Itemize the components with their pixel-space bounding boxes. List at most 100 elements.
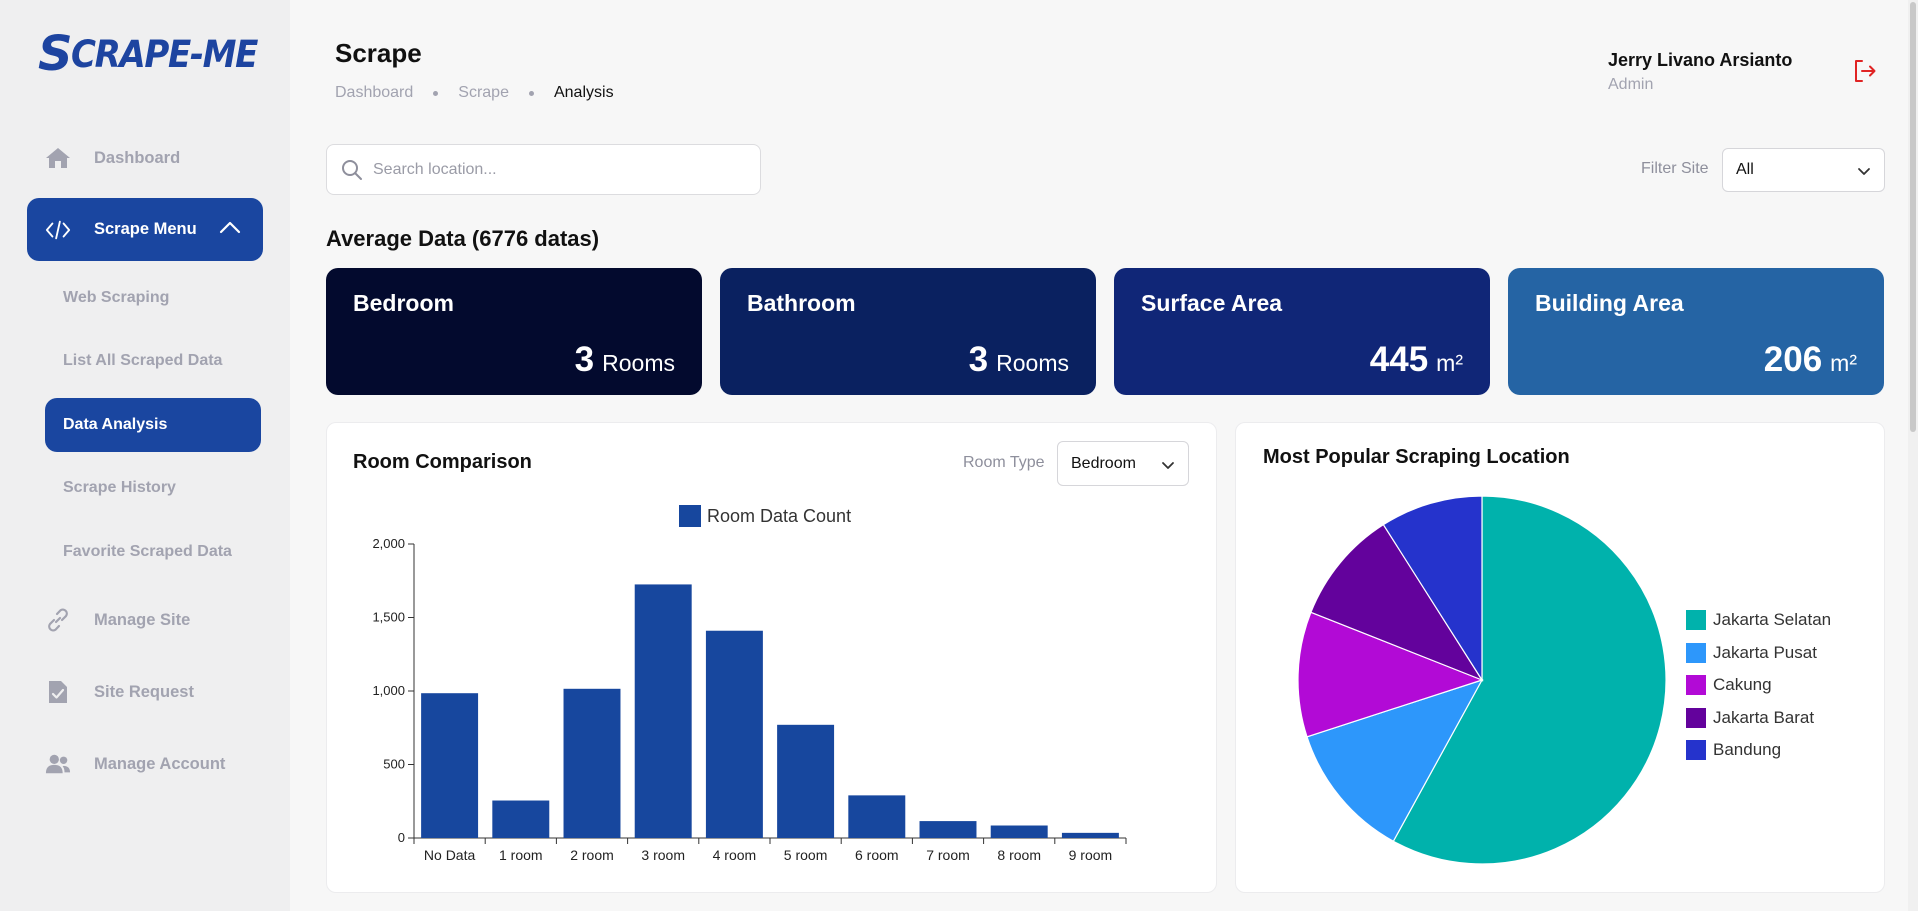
bar — [848, 795, 906, 838]
room-comparison-bar-chart: Room Data Count 0 500 1,000 1,500 2,000 No Dat… — [372, 505, 1127, 863]
popular-location-pie-chart — [1297, 495, 1667, 865]
chevron-down-icon — [1160, 457, 1176, 478]
sidebar-item-label: Manage Site — [94, 610, 191, 629]
x-tick-label: 1 room — [499, 847, 543, 863]
sidebar-item-scrape-menu[interactable]: Scrape Menu — [27, 198, 263, 261]
bar — [777, 724, 835, 838]
stat-card-value: 206 — [1763, 340, 1823, 379]
breadcrumb: Dashboard Scrape Analysis — [335, 84, 614, 102]
logout-icon[interactable] — [1852, 58, 1878, 84]
sidebar-subitem-scrape-history[interactable]: Scrape History — [45, 461, 261, 515]
sidebar: S CRAPE-ME Dashboard Scrape Menu Web Scr… — [0, 0, 290, 911]
chevron-up-icon — [219, 220, 241, 239]
app-logo[interactable]: S CRAPE-ME — [38, 28, 273, 80]
y-tick-label: 500 — [383, 757, 405, 772]
x-tick-label: No Data — [424, 847, 476, 863]
pie-legend-label: Bandung — [1713, 740, 1782, 760]
bar — [492, 800, 550, 838]
room-type-select[interactable]: Bedroom — [1057, 441, 1189, 486]
logo-text: CRAPE-ME — [70, 32, 258, 76]
sidebar-subitem-list-all-scraped-data[interactable]: List All Scraped Data — [45, 334, 261, 388]
sidebar-item-site-request[interactable]: Site Request — [27, 664, 263, 720]
bar — [919, 821, 977, 838]
pie-legend-swatch — [1686, 740, 1706, 761]
stat-card-unit: Rooms — [602, 350, 675, 376]
sidebar-subitem-label: List All Scraped Data — [63, 352, 223, 369]
room-type-label: Room Type — [963, 454, 1045, 471]
pie-legend-label: Jakarta Selatan — [1713, 610, 1832, 630]
sidebar-item-manage-site[interactable]: Manage Site — [27, 592, 263, 648]
stat-card-value: 445 — [1369, 340, 1429, 379]
stat-card-building-area: Building Area 206 m² — [1508, 268, 1884, 395]
legend-label: Room Data Count — [707, 506, 851, 526]
breadcrumb-separator — [433, 90, 439, 96]
y-tick-label: 1,000 — [372, 683, 405, 698]
sidebar-subitem-label: Favorite Scraped Data — [63, 543, 232, 560]
pie-legend-label: Jakarta Pusat — [1713, 642, 1817, 662]
logo-s: S — [38, 26, 73, 82]
sidebar-item-label: Manage Account — [94, 754, 226, 773]
sidebar-item-manage-account[interactable]: Manage Account — [27, 736, 263, 792]
popular-location-title: Most Popular Scraping Location — [1263, 446, 1570, 468]
stat-card-unit: m² — [1830, 350, 1857, 376]
breadcrumb-separator — [528, 90, 534, 96]
average-data-title: Average Data (6776 datas) — [326, 226, 600, 251]
sidebar-subitem-data-analysis[interactable]: Data Analysis — [45, 398, 261, 452]
pie-legend-swatch — [1686, 642, 1706, 663]
pie-legend-swatch — [1686, 675, 1706, 696]
pie-legend-label: Cakung — [1713, 675, 1772, 695]
pie-legend: Jakarta Selatan Jakarta Pusat Cakung Jakart… — [1686, 604, 1831, 767]
pie-legend-swatch — [1686, 610, 1706, 631]
search-icon — [341, 159, 363, 186]
sidebar-item-label: Dashboard — [94, 148, 181, 167]
x-tick-label: 8 room — [997, 847, 1041, 863]
x-tick-label: 4 room — [713, 847, 757, 863]
sidebar-subitem-label: Scrape History — [63, 479, 176, 496]
stat-card-value: 3 — [968, 340, 989, 379]
breadcrumb-scrape[interactable]: Scrape — [458, 84, 509, 102]
page-title: Scrape — [335, 38, 422, 68]
pie-legend-label: Jakarta Barat — [1713, 707, 1815, 727]
x-tick-label: 9 room — [1069, 847, 1113, 863]
chevron-down-icon — [1856, 163, 1872, 184]
pie-legend-item: Jakarta Barat — [1686, 702, 1831, 735]
bar — [563, 688, 621, 838]
stat-card-title: Bathroom — [747, 290, 856, 316]
legend-swatch — [679, 505, 701, 527]
bar — [634, 584, 692, 838]
page-scrollbar[interactable] — [1908, 0, 1918, 911]
stat-card-bedroom: Bedroom 3 Rooms — [326, 268, 702, 395]
y-tick-label: 0 — [398, 830, 405, 845]
y-tick-label: 1,500 — [372, 610, 405, 625]
pie-legend-item: Cakung — [1686, 669, 1831, 702]
home-icon — [45, 145, 71, 171]
scrollbar-thumb[interactable] — [1910, 2, 1916, 432]
bar — [421, 693, 479, 838]
stat-card-value: 3 — [574, 340, 595, 379]
code-icon — [45, 217, 71, 243]
filter-site-select[interactable]: All — [1722, 148, 1885, 192]
bar — [1061, 832, 1119, 838]
sidebar-subitem-web-scraping[interactable]: Web Scraping — [45, 271, 261, 325]
sidebar-subitem-label: Data Analysis — [63, 416, 168, 433]
stat-card-bathroom: Bathroom 3 Rooms — [720, 268, 1096, 395]
bar — [990, 825, 1048, 838]
pie-legend-item: Jakarta Pusat — [1686, 637, 1831, 670]
stat-card-title: Surface Area — [1141, 290, 1283, 316]
breadcrumb-analysis: Analysis — [553, 84, 614, 101]
x-tick-label: 6 room — [855, 847, 899, 863]
user-role: Admin — [1608, 76, 1654, 93]
room-type-value: Bedroom — [1071, 455, 1136, 472]
breadcrumb-dashboard[interactable]: Dashboard — [335, 84, 413, 102]
sidebar-item-dashboard[interactable]: Dashboard — [27, 130, 263, 186]
file-check-icon — [45, 679, 71, 705]
filter-site-value: All — [1736, 161, 1754, 178]
x-tick-label: 5 room — [784, 847, 828, 863]
bar — [705, 630, 763, 838]
stat-card-unit: m² — [1436, 350, 1463, 376]
pie-legend-item: Bandung — [1686, 734, 1831, 767]
sidebar-subitem-favorite-scraped-data[interactable]: Favorite Scraped Data — [45, 525, 261, 579]
search-input[interactable] — [373, 145, 753, 194]
users-icon — [45, 751, 71, 777]
stat-card-title: Bedroom — [353, 290, 454, 316]
